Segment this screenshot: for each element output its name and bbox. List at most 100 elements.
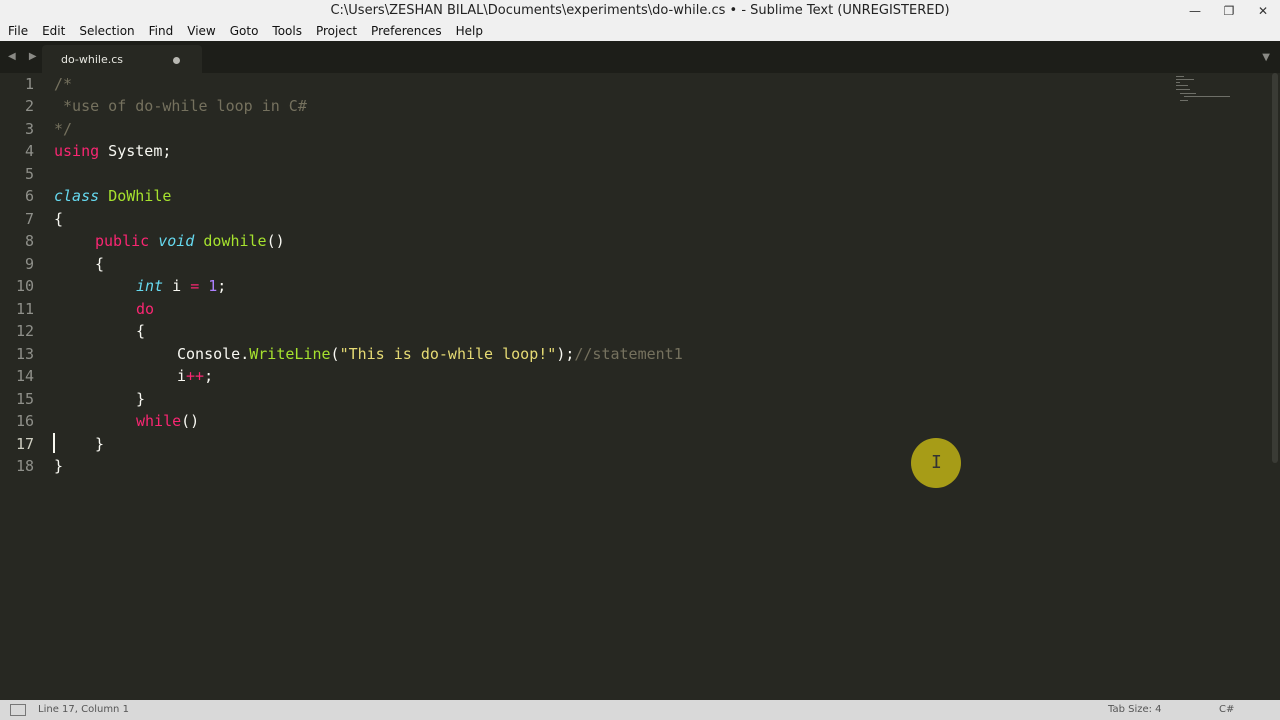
number-token: 1 [208, 277, 218, 295]
class-name-token: DoWhile [108, 187, 172, 205]
comment-token: *use of do-while loop in C# [54, 97, 307, 115]
title-bar: C:\Users\ZESHAN BILAL\Documents\experime… [0, 0, 1280, 22]
keyword-token: do [136, 300, 155, 318]
code-line-8: public void dowhile() [95, 230, 285, 252]
code-line-16: while() [136, 410, 199, 432]
unsaved-dot-icon[interactable] [173, 57, 180, 64]
type-token: void [158, 232, 195, 250]
tab-size-indicator[interactable]: Tab Size: 4 [1108, 704, 1162, 715]
line-number: 15 [15, 390, 34, 408]
code-line-11: do [136, 298, 154, 320]
maximize-button[interactable]: ❐ [1212, 0, 1246, 22]
menu-find[interactable]: Find [142, 22, 181, 41]
plain-token: ; [204, 367, 214, 385]
line-number: 3 [24, 120, 34, 138]
line-number: 4 [24, 142, 34, 160]
plain-token: () [181, 412, 200, 430]
code-line-18: } [54, 455, 63, 477]
ibeam-cursor-icon: I [931, 452, 942, 473]
comment-token: //statement1 [574, 345, 683, 363]
line-number: 9 [24, 255, 34, 273]
code-line-17: } [95, 433, 104, 455]
code-line-6: class DoWhile [54, 185, 171, 207]
brace-token: { [136, 322, 146, 340]
brace-token: } [54, 457, 64, 475]
line-number: 7 [24, 210, 34, 228]
menu-selection[interactable]: Selection [72, 22, 141, 41]
function-name-token: dowhile [203, 232, 267, 250]
window-controls: — ❐ ✕ [1178, 0, 1280, 22]
line-number: 16 [15, 412, 34, 430]
code-line-3: */ [54, 118, 72, 140]
menu-tools[interactable]: Tools [265, 22, 309, 41]
code-line-7: { [54, 208, 63, 230]
syntax-indicator[interactable]: C# [1219, 704, 1234, 715]
tab-do-while[interactable]: do-while.cs [42, 45, 202, 73]
line-number: 5 [24, 165, 34, 183]
close-button[interactable]: ✕ [1246, 0, 1280, 22]
tab-dropdown-icon[interactable]: ▼ [1262, 52, 1270, 63]
tab-nav-arrows-icon[interactable]: ◀ ▶ [8, 51, 42, 62]
menu-project[interactable]: Project [309, 22, 364, 41]
menu-view[interactable]: View [180, 22, 222, 41]
menu-preferences[interactable]: Preferences [364, 22, 449, 41]
brace-token: { [95, 255, 105, 273]
operator-token: = [190, 277, 200, 295]
line-number: 10 [15, 277, 34, 295]
line-number: 18 [15, 457, 34, 475]
plain-token: System; [99, 142, 172, 160]
cursor-position: Line 17, Column 1 [38, 704, 129, 715]
type-token: int [136, 277, 164, 295]
menu-help[interactable]: Help [449, 22, 490, 41]
comment-token: */ [54, 120, 73, 138]
code-line-10: int i = 1; [136, 275, 226, 297]
string-token: "This is do-while loop!" [339, 345, 557, 363]
text-caret [53, 433, 55, 453]
keyword-token: using [54, 142, 100, 160]
line-number: 11 [15, 300, 34, 318]
menu-goto[interactable]: Goto [223, 22, 266, 41]
line-number: 13 [15, 345, 34, 363]
tab-label: do-while.cs [61, 53, 124, 66]
keyword-token: while [136, 412, 182, 430]
brace-token: { [54, 210, 64, 228]
minimap[interactable] [1172, 76, 1234, 106]
line-number: 14 [15, 367, 34, 385]
line-number: 8 [24, 232, 34, 250]
type-token: class [54, 187, 100, 205]
code-line-13: Console.WriteLine("This is do-while loop… [177, 343, 683, 365]
line-number: 2 [24, 97, 34, 115]
code-line-12: { [136, 320, 145, 342]
menu-file[interactable]: File [0, 22, 35, 41]
minimize-button[interactable]: — [1178, 0, 1212, 22]
tab-bar: ◀ ▶ do-while.cs ▼ [0, 41, 1280, 73]
menu-bar: File Edit Selection Find View Goto Tools… [0, 22, 1280, 41]
code-line-4: using System; [54, 140, 171, 162]
plain-token: i [177, 367, 187, 385]
brace-token: } [95, 435, 105, 453]
line-number-current: 17 [15, 435, 34, 453]
code-line-1: /* [54, 73, 72, 95]
line-number: 1 [24, 75, 34, 93]
brace-token: } [136, 390, 146, 408]
line-number: 12 [15, 322, 34, 340]
panel-toggle-icon[interactable] [10, 704, 26, 716]
window-title: C:\Users\ZESHAN BILAL\Documents\experime… [330, 3, 950, 18]
plain-token: ; [217, 277, 227, 295]
code-line-15: } [136, 388, 145, 410]
code-line-9: { [95, 253, 104, 275]
plain-token: Console. [177, 345, 250, 363]
status-bar: Line 17, Column 1 Tab Size: 4 C# [0, 700, 1280, 720]
code-line-14: i++; [177, 365, 213, 387]
vertical-scrollbar[interactable] [1272, 73, 1278, 463]
menu-edit[interactable]: Edit [35, 22, 72, 41]
plain-token: i [163, 277, 191, 295]
plain-token: () [266, 232, 285, 250]
line-number: 6 [24, 187, 34, 205]
code-editor[interactable]: /* *use of do-while loop in C# */ using … [54, 73, 1240, 475]
keyword-token: public [95, 232, 150, 250]
comment-token: /* [54, 75, 73, 93]
plain-token: ); [556, 345, 575, 363]
code-line-2: *use of do-while loop in C# [54, 95, 307, 117]
operator-token: ++ [186, 367, 205, 385]
